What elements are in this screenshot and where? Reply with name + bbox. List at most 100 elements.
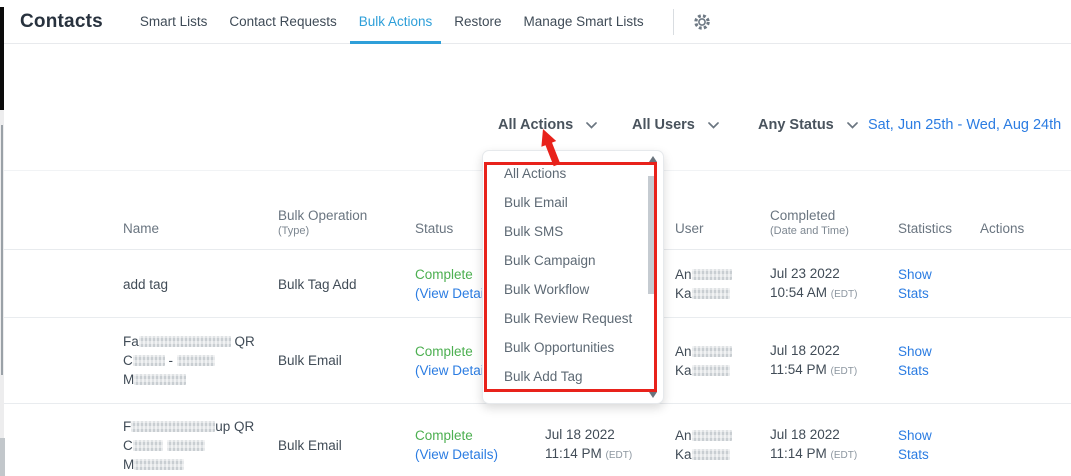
stats-link-line: Stats — [898, 445, 932, 464]
pixelated-redaction — [692, 346, 732, 357]
time-value: 11:54 PM — [770, 362, 831, 377]
text-fragment: An — [675, 428, 692, 443]
chevron-down-icon — [847, 122, 858, 129]
dropdown-item-bulk-add-tag[interactable]: Bulk Add Tag — [483, 362, 663, 391]
timezone-label: (EDT) — [831, 289, 858, 300]
pixelated-redaction — [692, 449, 730, 460]
text-fragment: An — [675, 267, 692, 282]
column-header-name: Name — [123, 221, 278, 237]
pixelated-redaction — [131, 421, 215, 432]
tab-restore[interactable]: Restore — [443, 0, 512, 43]
show-stats-link[interactable]: ShowStats — [898, 342, 932, 380]
cell-user: An Ka — [675, 265, 770, 303]
dropdown-item-bulk-review-request[interactable]: Bulk Review Request — [483, 304, 663, 333]
status-filter-dropdown[interactable]: Any Status — [758, 117, 858, 133]
time-value: 11:14 PM — [545, 446, 606, 461]
cell-status: Complete(View Details) — [415, 426, 545, 464]
redacted-text-line: An — [675, 426, 762, 445]
dropdown-item-bulk-opportunities[interactable]: Bulk Opportunities — [483, 333, 663, 362]
date-range-picker[interactable]: Sat, Jun 25th - Wed, Aug 24th — [868, 117, 1061, 133]
show-stats-link[interactable]: ShowStats — [898, 265, 932, 303]
column-header-user: User — [675, 221, 770, 237]
cell-name: Fa QRC - M — [123, 332, 278, 389]
text-fragment — [163, 438, 167, 453]
cell-bulk-operation: Bulk Email — [278, 436, 415, 455]
text-fragment: Ka — [675, 363, 692, 378]
scroll-up-icon[interactable] — [649, 156, 657, 162]
column-header-label: Actions — [980, 221, 1071, 237]
redacted-text-line: C — [123, 436, 270, 455]
column-header-label: Name — [123, 221, 278, 237]
tab-contact-requests[interactable]: Contact Requests — [218, 0, 347, 43]
cell-name: add tag — [123, 275, 278, 294]
text-fragment: M — [123, 457, 134, 472]
column-header-label: User — [675, 221, 770, 237]
pixelated-redaction — [139, 336, 231, 347]
window-edge-artifact — [0, 438, 5, 476]
redacted-text-line: Ka — [675, 284, 762, 303]
date-line: Jul 18 2022 — [545, 425, 667, 444]
text-fragment: C — [123, 353, 133, 368]
tab-bulk-actions[interactable]: Bulk Actions — [348, 0, 444, 43]
cell-statistics: ShowStats — [898, 265, 980, 303]
dropdown-item-bulk-sms[interactable]: Bulk SMS — [483, 217, 663, 246]
scrollbar-thumb[interactable] — [648, 176, 657, 294]
column-header-actions: Actions — [980, 221, 1071, 237]
redacted-text-line: An — [675, 265, 762, 284]
cell-completed-date: Jul 18 202211:54 PM (EDT) — [770, 341, 898, 381]
text-fragment: An — [675, 344, 692, 359]
time-value: 10:54 AM — [770, 285, 831, 300]
timezone-label: (EDT) — [831, 450, 858, 461]
text-fragment: C — [123, 438, 133, 453]
redacted-text-line: Fa QR — [123, 332, 270, 351]
page-title: Contacts — [20, 11, 103, 33]
text-fragment: up QR — [215, 419, 254, 434]
redacted-text-line: add tag — [123, 275, 270, 294]
tab-manage-smart-lists[interactable]: Manage Smart Lists — [513, 0, 655, 43]
pixelated-redaction — [167, 440, 205, 451]
text-fragment: F — [123, 419, 131, 434]
time-line: 11:54 PM (EDT) — [770, 360, 890, 381]
pixelated-redaction — [134, 374, 186, 385]
cell-completed-date: Jul 23 202210:54 AM (EDT) — [770, 264, 898, 304]
text-fragment: add tag — [123, 277, 168, 292]
date-line: Jul 18 2022 — [770, 425, 890, 444]
pixelated-redaction — [692, 288, 730, 299]
chevron-down-icon — [708, 122, 719, 129]
scroll-down-icon[interactable] — [649, 392, 657, 398]
cell-started-date: Jul 18 202211:14 PM (EDT) — [545, 425, 675, 465]
window-edge-scrollbar-artifact — [1, 125, 3, 375]
pixelated-redaction — [692, 365, 730, 376]
pixelated-redaction — [133, 440, 163, 451]
nav-divider — [673, 9, 674, 35]
dropdown-scrollbar[interactable] — [647, 154, 659, 400]
tab-smart-lists[interactable]: Smart Lists — [129, 0, 219, 43]
dropdown-item-bulk-campaign[interactable]: Bulk Campaign — [483, 246, 663, 275]
cell-user: An Ka — [675, 342, 770, 380]
redacted-text-line: An — [675, 342, 762, 361]
stats-link-line: Show — [898, 265, 932, 284]
status-filter-label: Any Status — [758, 117, 834, 133]
stats-link-line: Show — [898, 426, 932, 445]
dropdown-item-list: All ActionsBulk EmailBulk SMSBulk Campai… — [483, 151, 663, 399]
cell-completed-date: Jul 18 202211:14 PM (EDT) — [770, 425, 898, 465]
dropdown-item-all-actions[interactable]: All Actions — [483, 159, 663, 188]
gear-icon[interactable] — [692, 12, 712, 32]
show-stats-link[interactable]: ShowStats — [898, 426, 932, 464]
redacted-text-line: C - — [123, 351, 270, 370]
text-fragment: QR — [231, 334, 255, 349]
dropdown-item-bulk-email[interactable]: Bulk Email — [483, 188, 663, 217]
dropdown-item-bulk-workflow[interactable]: Bulk Workflow — [483, 275, 663, 304]
text-fragment: - — [165, 353, 177, 368]
nav-tabs: Smart ListsContact RequestsBulk ActionsR… — [129, 0, 655, 43]
view-details-link[interactable]: (View Details) — [415, 445, 498, 464]
chevron-down-icon — [586, 122, 597, 129]
stats-link-line: Stats — [898, 361, 932, 380]
text-fragment: Ka — [675, 447, 692, 462]
actions-filter-dropdown[interactable]: All Actions — [498, 117, 597, 133]
actions-dropdown-menu: All ActionsBulk EmailBulk SMSBulk Campai… — [482, 150, 664, 404]
users-filter-dropdown[interactable]: All Users — [632, 117, 719, 133]
time-line: 11:14 PM (EDT) — [770, 444, 890, 465]
column-header-label: Completed — [770, 208, 898, 224]
time-line: 10:54 AM (EDT) — [770, 283, 890, 304]
